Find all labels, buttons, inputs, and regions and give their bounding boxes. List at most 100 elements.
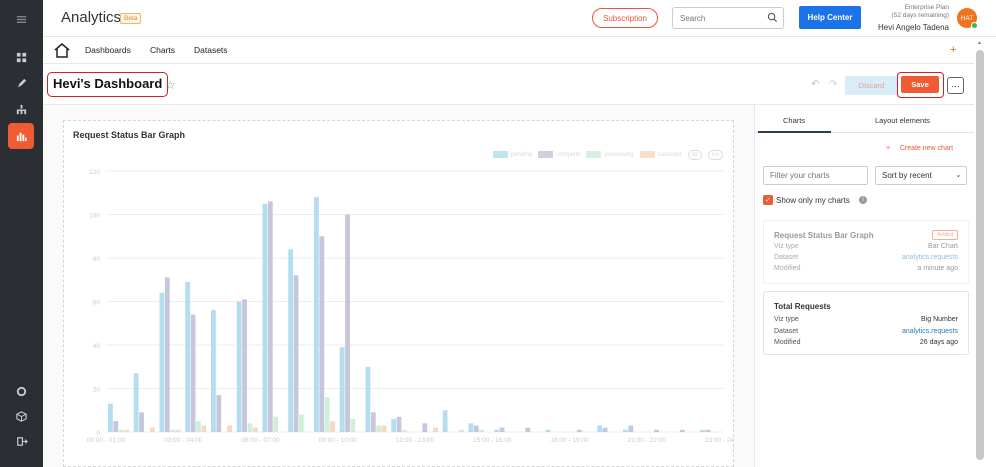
user-name[interactable]: Hevi Angelo Tadena <box>878 23 949 32</box>
bar-complete <box>216 395 222 432</box>
legend-label: processing <box>604 152 634 159</box>
filter-charts-input[interactable] <box>763 166 868 185</box>
bar-processing <box>479 429 485 432</box>
legend-invert-button[interactable]: Inv <box>707 150 723 160</box>
bar-pending <box>442 410 448 432</box>
plan-name: Enterprise Plan <box>904 4 949 11</box>
bar-pending <box>623 429 628 432</box>
bar-canceled <box>381 425 387 432</box>
y-tick-label: 0 <box>96 430 100 437</box>
add-plus-icon[interactable]: + <box>950 44 956 56</box>
bar-complete <box>602 427 608 432</box>
bar-pending <box>700 429 706 432</box>
x-tick-label: 15:00 - 16:00 <box>473 437 512 444</box>
y-tick-label: 120 <box>89 169 100 176</box>
bar-complete <box>705 429 711 432</box>
grid-icon[interactable] <box>8 44 34 70</box>
gear-icon[interactable] <box>8 378 34 404</box>
menu-toggle-icon[interactable] <box>8 6 34 32</box>
cube-icon[interactable] <box>8 403 34 429</box>
bar-complete <box>396 416 402 432</box>
bar-complete <box>293 275 299 432</box>
bar-pending <box>391 418 397 432</box>
show-mine-checkbox[interactable]: ✓ <box>763 195 773 205</box>
bar-complete <box>139 412 144 432</box>
bar-processing <box>118 429 124 432</box>
modified-key: Modified <box>774 265 801 272</box>
save-button[interactable]: Save <box>901 76 939 93</box>
modified-value: a minute ago <box>917 265 958 272</box>
scrollbar-thumb[interactable] <box>976 50 984 460</box>
bar-canceled <box>252 427 258 432</box>
hierarchy-icon[interactable] <box>8 96 34 122</box>
charts-panel: Charts Layout elements + Create new char… <box>754 105 975 467</box>
discard-button[interactable]: Discard <box>845 76 898 95</box>
bar-processing <box>170 429 176 432</box>
bar-complete <box>679 429 685 432</box>
beta-badge: Beta <box>120 13 142 24</box>
legend-label: pending <box>510 152 533 159</box>
bar-chart-icon[interactable] <box>8 123 34 149</box>
bar-complete <box>242 299 247 432</box>
y-tick-label: 80 <box>93 256 101 263</box>
sort-select[interactable]: Sort by recent <box>875 166 967 185</box>
dashboard-canvas: Request Status Bar Graph pending complet… <box>43 105 754 467</box>
undo-icon[interactable]: ↶ <box>811 79 819 90</box>
bar-complete <box>190 314 196 432</box>
rocket-icon[interactable] <box>8 70 34 96</box>
dataset-link[interactable]: analytics.requests <box>902 328 958 335</box>
more-options-button[interactable]: ··· <box>947 77 964 94</box>
help-center-button[interactable]: Help Center <box>799 6 861 29</box>
scroll-up-arrow-icon[interactable]: ▲ <box>977 40 982 46</box>
logout-icon[interactable] <box>8 428 34 454</box>
favorite-star-icon[interactable]: ☆ <box>165 78 176 92</box>
create-new-chart-link[interactable]: + Create new chart <box>886 145 953 152</box>
bar-canceled <box>124 429 129 432</box>
modified-key: Modified <box>774 339 801 346</box>
bar-canceled <box>201 425 207 432</box>
home-icon[interactable] <box>53 42 71 59</box>
chart-list-card[interactable]: Request Status Bar Graph Added Viz type … <box>763 220 969 284</box>
legend-item-complete[interactable]: complete <box>538 151 580 159</box>
bar-pending <box>108 403 113 432</box>
legend-swatch <box>538 151 554 159</box>
tab-layout-elements[interactable]: Layout elements <box>875 116 930 125</box>
create-new-chart-label: Create new chart <box>899 145 954 152</box>
info-icon[interactable]: i <box>859 196 867 204</box>
bar-pending <box>211 310 216 432</box>
x-tick-label: 18:00 - 19:00 <box>550 437 589 444</box>
added-badge: Added <box>932 230 958 240</box>
dataset-link[interactable]: analytics.requests <box>902 254 958 261</box>
nav-dashboards[interactable]: Dashboards <box>85 45 131 55</box>
chart-list-card[interactable]: Total Requests Viz type Big Number Datas… <box>763 291 969 355</box>
legend-item-processing[interactable]: processing <box>586 151 634 159</box>
app-title: Analytics <box>61 9 122 26</box>
chart-card-title: Total Requests <box>774 302 831 311</box>
tab-charts[interactable]: Charts <box>783 116 805 125</box>
subscription-button[interactable]: Subscription <box>592 8 658 28</box>
panel-tabs: Charts Layout elements <box>755 105 975 133</box>
legend-all-button[interactable]: All <box>687 150 702 160</box>
bar-complete <box>113 421 119 432</box>
legend-item-canceled[interactable]: canceled <box>639 151 682 159</box>
search-icon[interactable] <box>767 12 778 23</box>
bar-chart: 0 20 40 60 80 100 120 00:00 - 01:00 03:00 - 04:0… <box>87 169 733 444</box>
x-tick-label: 23:00 - 24:00 <box>705 437 733 444</box>
dashboard-title[interactable]: Hevi's Dashboard <box>47 72 169 97</box>
legend-item-pending[interactable]: pending <box>492 151 533 159</box>
dashboard-header: Hevi's Dashboard ☆ ↶ ↷ Discard Save ··· <box>43 65 996 105</box>
x-tick-label: 12:00 - 13:00 <box>396 437 435 444</box>
chart-legend: pending complete processing canceled All… <box>492 150 723 160</box>
bar-canceled <box>175 429 181 432</box>
bar-pending <box>288 249 294 432</box>
redo-icon[interactable]: ↷ <box>829 79 837 90</box>
viz-type-key: Viz type <box>774 243 799 250</box>
nav-datasets[interactable]: Datasets <box>194 45 228 55</box>
nav-charts[interactable]: Charts <box>150 45 175 55</box>
sub-navigation: Dashboards Charts Datasets + <box>43 37 996 64</box>
show-mine-label[interactable]: Show only my charts <box>776 196 850 205</box>
chart-card[interactable]: Request Status Bar Graph pending complet… <box>63 120 734 467</box>
bar-complete <box>422 423 428 432</box>
modified-value: 26 days ago <box>919 339 958 346</box>
bar-complete <box>654 429 659 432</box>
